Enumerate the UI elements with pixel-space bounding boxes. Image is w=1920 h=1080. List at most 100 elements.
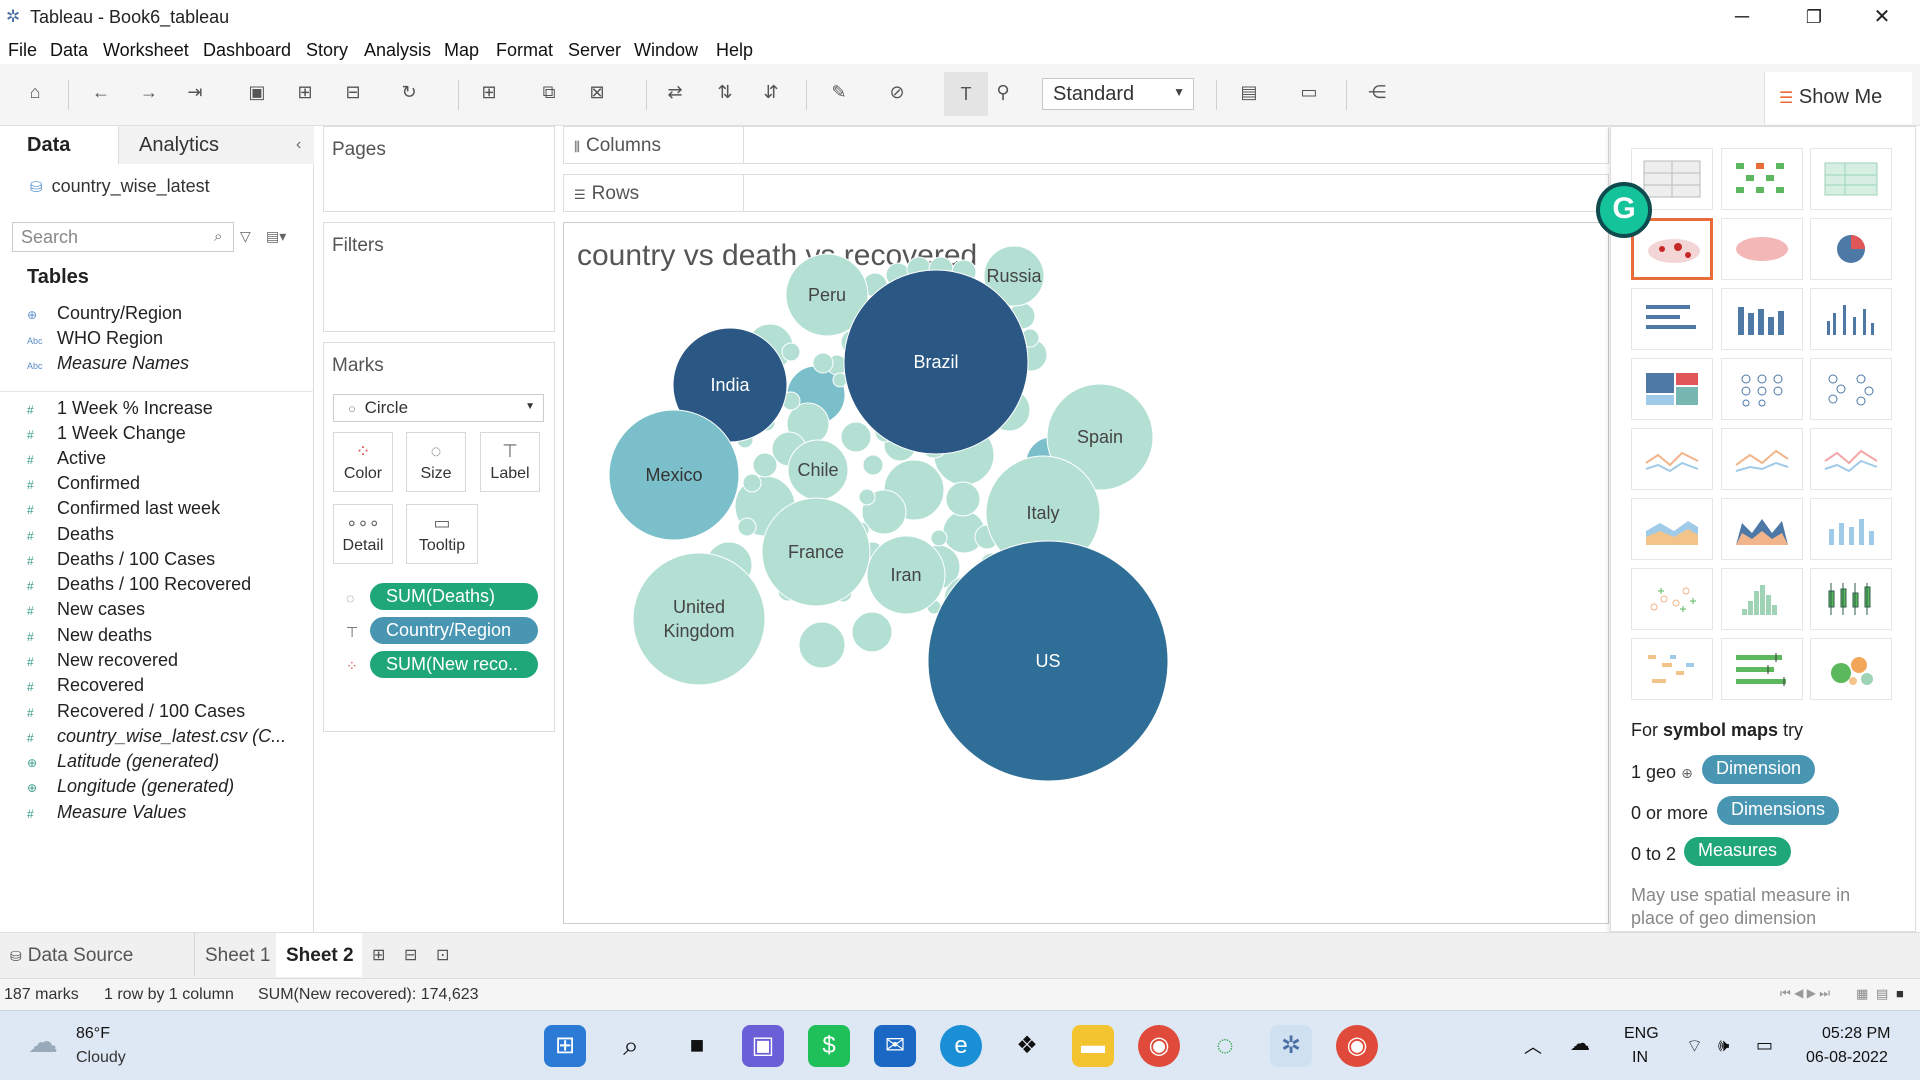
- language-code[interactable]: ENG: [1624, 1025, 1659, 1043]
- pill-sum-new-recovered[interactable]: SUM(New reco..: [370, 651, 538, 678]
- showme-lines-discrete[interactable]: [1721, 428, 1803, 490]
- field-measure[interactable]: # Recovered: [27, 675, 144, 699]
- menu-file[interactable]: File: [8, 40, 37, 61]
- bubble-mark[interactable]: [752, 452, 778, 478]
- showme-dual-lines[interactable]: [1810, 428, 1892, 490]
- sorter-view-icon[interactable]: ▦: [1856, 986, 1868, 1002]
- marks-tooltip-button[interactable]: ▭ Tooltip: [406, 504, 478, 564]
- showme-circle-views[interactable]: [1721, 358, 1803, 420]
- undo-icon[interactable]: ←: [88, 82, 114, 103]
- dropbox-icon[interactable]: ❖: [1006, 1025, 1048, 1067]
- showme-area-discrete[interactable]: [1721, 498, 1803, 560]
- bubble-brazil[interactable]: Brazil: [843, 269, 1029, 455]
- tab-sheet-2[interactable]: Sheet 2: [276, 933, 362, 977]
- field-measure[interactable]: # New deaths: [27, 625, 152, 649]
- replay-icon[interactable]: ⇥: [182, 82, 208, 103]
- bubble-mark[interactable]: [858, 488, 876, 506]
- volume-icon[interactable]: 🕪: [1718, 1035, 1729, 1056]
- close-button[interactable]: ✕: [1852, 0, 1912, 34]
- bubble-france[interactable]: France: [761, 497, 871, 607]
- mail-icon[interactable]: ✉: [874, 1025, 916, 1067]
- menu-dashboard[interactable]: Dashboard: [203, 40, 291, 61]
- showme-gantt-chart[interactable]: [1631, 638, 1713, 700]
- datasource-item[interactable]: ⛁ country_wise_latest: [30, 176, 210, 197]
- task-view-icon[interactable]: ■: [676, 1025, 718, 1067]
- teams-chat-icon[interactable]: ▣: [742, 1025, 784, 1067]
- duplicate-icon[interactable]: ⧉: [536, 82, 562, 103]
- field-measure[interactable]: # Deaths / 100 Cases: [27, 549, 215, 573]
- menu-story[interactable]: Story: [306, 40, 348, 61]
- windows-start-icon[interactable]: ⊞: [544, 1025, 586, 1067]
- showme-area-continuous[interactable]: [1631, 498, 1713, 560]
- bubble-mexico[interactable]: Mexico: [608, 409, 740, 541]
- fix-axes-icon[interactable]: ⚲: [990, 82, 1016, 103]
- new-worksheet-icon[interactable]: ⊞: [476, 82, 502, 103]
- app-green-icon[interactable]: $: [808, 1025, 850, 1067]
- show-labels-icon[interactable]: T: [944, 72, 988, 116]
- clock-date[interactable]: 06-08-2022: [1806, 1049, 1888, 1067]
- pause-updates-icon[interactable]: ⊟: [340, 82, 366, 103]
- minimize-button[interactable]: ─: [1712, 0, 1772, 34]
- clock-time[interactable]: 05:28 PM: [1822, 1025, 1890, 1043]
- app-ring-icon[interactable]: ◌: [1204, 1025, 1246, 1067]
- battery-icon[interactable]: ▭: [1756, 1035, 1773, 1056]
- marks-size-button[interactable]: ◌ Size: [406, 432, 466, 492]
- show-me-button[interactable]: ☰ Show Me: [1764, 72, 1912, 124]
- restore-button[interactable]: ❐: [1784, 0, 1844, 34]
- marks-label-button[interactable]: ⊤ Label: [480, 432, 540, 492]
- clear-sheet-icon[interactable]: ⊠: [584, 82, 610, 103]
- field-measure[interactable]: #1 Week % Increase: [27, 398, 213, 422]
- pages-card[interactable]: Pages: [323, 126, 555, 212]
- field-measure[interactable]: # New recovered: [27, 650, 178, 674]
- field-longitude[interactable]: ⊕ Longitude (generated): [27, 776, 234, 800]
- menu-worksheet[interactable]: Worksheet: [103, 40, 189, 61]
- bubble-mark[interactable]: [851, 611, 893, 653]
- packed-bubble-chart[interactable]: Russia Peru Brazil India Spain Mexico Chile Ita…: [564, 223, 1609, 924]
- bubble-mark[interactable]: [930, 529, 948, 547]
- menu-data[interactable]: Data: [50, 40, 88, 61]
- field-measure[interactable]: # Deaths / 100 Recovered: [27, 574, 251, 598]
- bubble-mark[interactable]: [862, 454, 884, 476]
- chrome-icon[interactable]: ◉: [1336, 1025, 1378, 1067]
- menu-server[interactable]: Server: [568, 40, 621, 61]
- bubble-mark[interactable]: [945, 481, 981, 517]
- chevron-up-icon[interactable]: ︿: [1524, 1033, 1542, 1059]
- field-country-region[interactable]: ⊕ Country/Region: [27, 303, 182, 327]
- field-measure[interactable]: # Confirmed: [27, 473, 140, 497]
- region-code[interactable]: IN: [1632, 1049, 1648, 1067]
- columns-shelf[interactable]: ⫼ Columns: [563, 126, 1609, 164]
- field-measure[interactable]: # Deaths: [27, 524, 114, 548]
- onedrive-icon[interactable]: ☁: [1570, 1031, 1590, 1056]
- group-icon[interactable]: ⊘: [884, 82, 910, 103]
- save-icon[interactable]: ▣: [244, 82, 270, 103]
- showme-lines-continuous[interactable]: [1631, 428, 1713, 490]
- pill-country-region[interactable]: Country/Region: [370, 617, 538, 644]
- mark-type-select[interactable]: ○ Circle ▼: [333, 394, 544, 422]
- new-dashboard-icon[interactable]: ⊟: [404, 933, 417, 977]
- tab-data-source[interactable]: ⛁ Data Source: [10, 933, 190, 977]
- pill-sum-deaths[interactable]: SUM(Deaths): [370, 583, 538, 610]
- menu-window[interactable]: Window: [634, 40, 698, 61]
- menu-format[interactable]: Format: [496, 40, 553, 61]
- showme-dual-combination[interactable]: [1810, 498, 1892, 560]
- field-measure[interactable]: #1 Week Change: [27, 423, 186, 447]
- field-measure[interactable]: # Confirmed last week: [27, 498, 220, 522]
- edge-browser-icon[interactable]: e: [940, 1025, 982, 1067]
- collapse-pane-icon[interactable]: ‹: [296, 136, 301, 154]
- viz-canvas[interactable]: country vs death vs recovered Russia Peru…: [563, 222, 1609, 924]
- bubble-iran[interactable]: Iran: [866, 535, 946, 615]
- bubble-mark[interactable]: [781, 342, 801, 362]
- search-icon[interactable]: ⌕: [610, 1025, 652, 1067]
- menu-help[interactable]: Help: [716, 40, 753, 61]
- bubble-mark[interactable]: [840, 421, 872, 453]
- showme-packed-bubbles[interactable]: [1810, 638, 1892, 700]
- file-explorer-icon[interactable]: ▬: [1072, 1025, 1114, 1067]
- new-datasource-icon[interactable]: ⊞: [292, 82, 318, 103]
- showme-stacked-bars[interactable]: [1721, 288, 1803, 350]
- bubble-chile[interactable]: Chile: [787, 439, 849, 501]
- filmstrip-view-icon[interactable]: ▤: [1876, 986, 1888, 1002]
- weather-temp[interactable]: 86°F: [76, 1025, 110, 1043]
- show-cards-icon[interactable]: ▤: [1236, 82, 1262, 103]
- view-options-icon[interactable]: ▤▾: [266, 228, 286, 245]
- sort-ascending-icon[interactable]: ⇅: [712, 82, 738, 103]
